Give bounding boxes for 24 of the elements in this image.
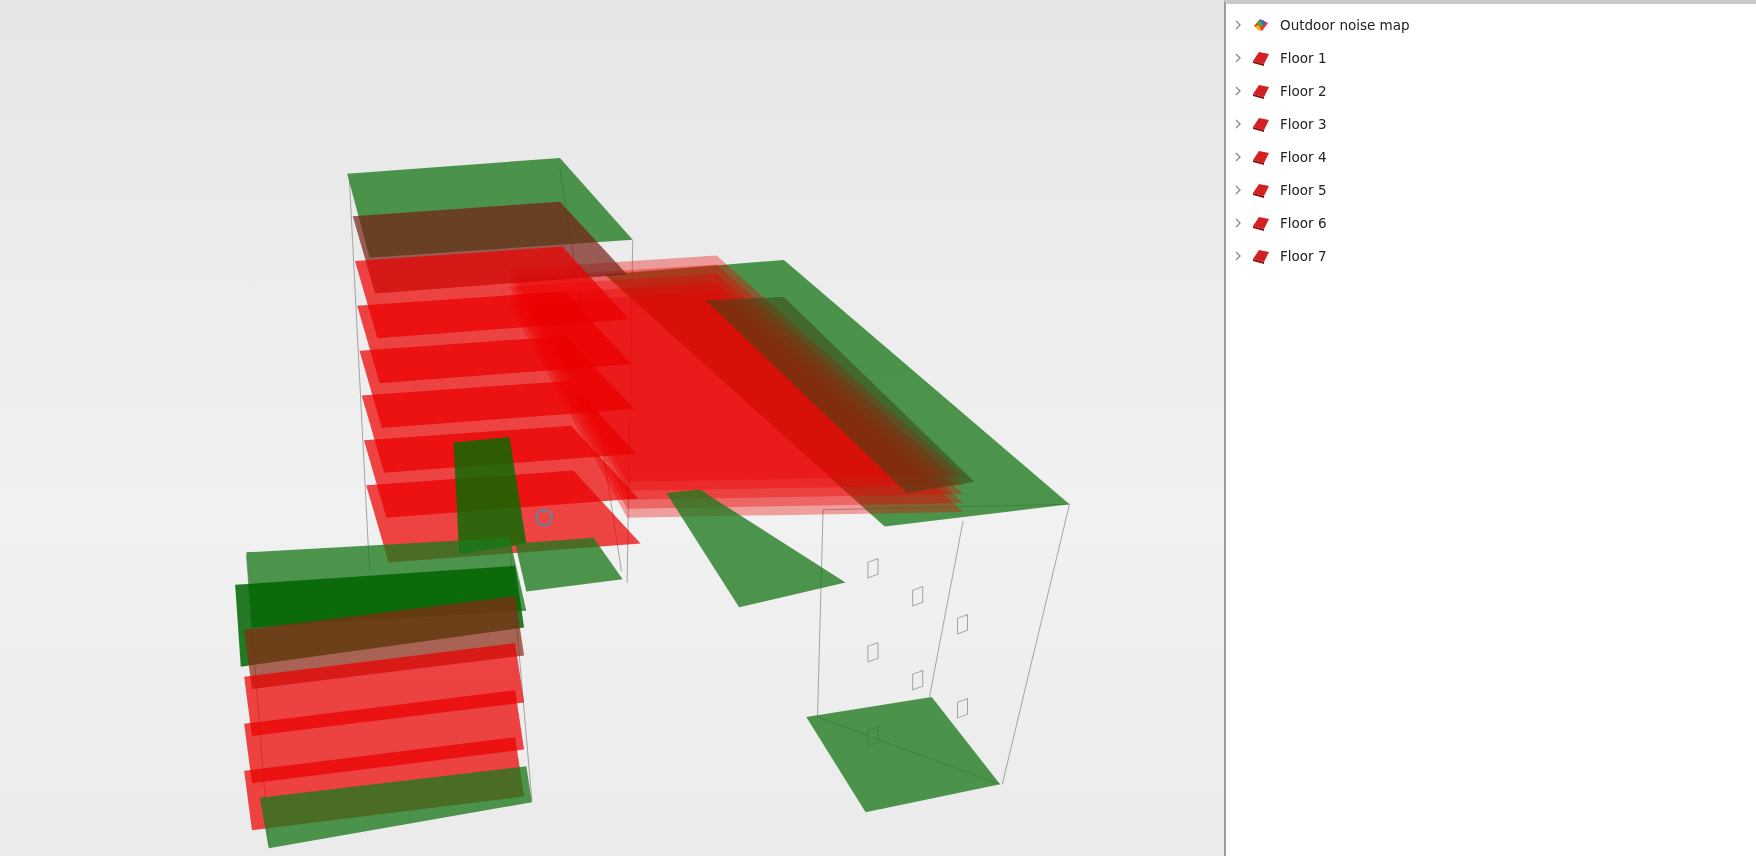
tree-item-label[interactable]: Floor 4 (1280, 148, 1327, 165)
expand-chevron-icon[interactable] (1234, 52, 1242, 63)
expand-chevron-icon[interactable] (1234, 85, 1242, 96)
floor-slab-icon (1252, 247, 1270, 264)
floor-slab-icon (1252, 49, 1270, 66)
floor-slab-icon (1252, 214, 1270, 231)
floor-slab-icon (1252, 148, 1270, 165)
expand-chevron-icon[interactable] (1234, 184, 1242, 195)
expand-chevron-icon[interactable] (1234, 19, 1242, 30)
floor-slab-icon (1252, 82, 1270, 99)
floor-slab-icon (1252, 115, 1270, 132)
tree-item-label[interactable]: Floor 2 (1280, 82, 1327, 99)
tree-item-label[interactable]: Floor 6 (1280, 214, 1327, 231)
tree-item-label[interactable]: Floor 7 (1280, 247, 1327, 264)
tree-item-label[interactable]: Floor 3 (1280, 115, 1327, 132)
tree-item-label[interactable]: Floor 5 (1280, 181, 1327, 198)
expand-chevron-icon[interactable] (1234, 151, 1242, 162)
expand-chevron-icon[interactable] (1234, 250, 1242, 261)
floor-slab-icon (1252, 181, 1270, 198)
tree-item-label[interactable]: Floor 1 (1280, 49, 1327, 66)
tree-item-label[interactable]: Outdoor noise map (1280, 16, 1410, 33)
noise-map-icon (1252, 16, 1270, 33)
expand-chevron-icon[interactable] (1234, 217, 1242, 228)
expand-chevron-icon[interactable] (1234, 118, 1242, 129)
